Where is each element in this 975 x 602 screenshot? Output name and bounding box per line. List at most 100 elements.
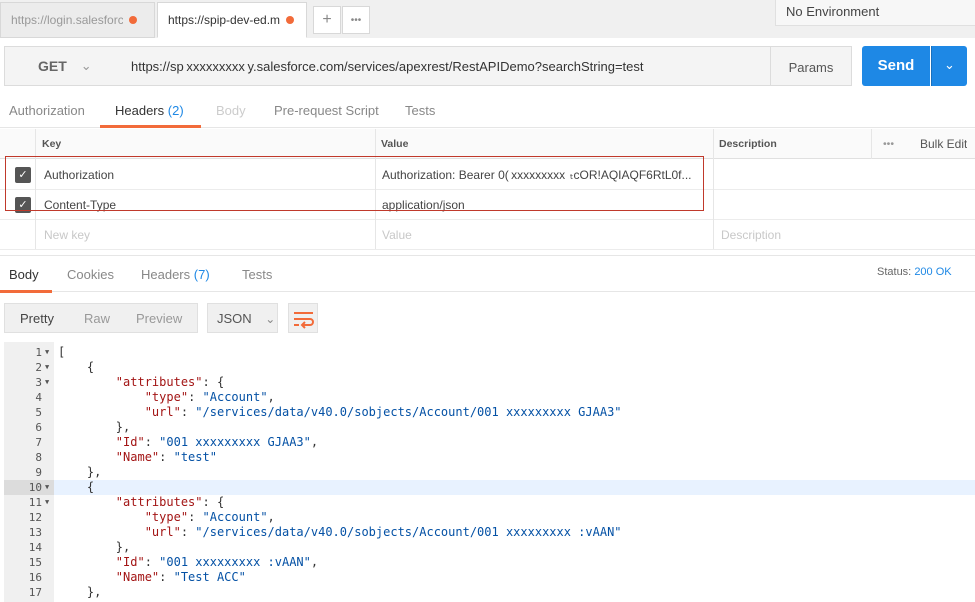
send-options-button[interactable]: ⌄: [931, 46, 967, 86]
line-number: 17: [28, 586, 42, 599]
code-text: "type": "Account",: [144, 510, 275, 524]
code-text: },: [58, 465, 102, 479]
request-tab-login[interactable]: https://login.salesforc: [0, 2, 155, 38]
response-tab-headers-label: Headers: [141, 267, 191, 282]
fold-toggle-icon[interactable]: ▼: [45, 480, 49, 495]
response-tab-body[interactable]: Body: [9, 267, 39, 282]
send-button[interactable]: Send: [862, 46, 930, 86]
request-tabs: Authorization Headers (2) Body Pre-reque…: [0, 96, 975, 128]
column-description: Description: [719, 138, 777, 150]
column-options-button[interactable]: •••: [883, 129, 894, 158]
code-line: 11 ▼ "attributes": {: [4, 495, 975, 510]
response-body-editor[interactable]: 1 ▼[2 ▼ {3 ▼ "attributes": {4 "type": "Acco…: [4, 342, 975, 602]
code-text: "attributes": {: [115, 495, 225, 509]
column-divider: [871, 129, 872, 159]
column-key: Key: [42, 138, 62, 150]
format-label: JSON: [217, 311, 252, 326]
line-number: 5: [35, 406, 42, 419]
code-line: 17 },: [4, 585, 975, 600]
wrap-lines-icon: [294, 312, 314, 329]
tab-label: https://login.salesforc: [11, 13, 123, 27]
active-tab-indicator: [0, 290, 52, 293]
response-status: Status: 200 OK: [877, 266, 952, 278]
code-line: 16 "Name": "Test ACC": [4, 570, 975, 585]
code-text: "type": "Account",: [144, 390, 275, 404]
wrap-lines-button[interactable]: [288, 303, 318, 333]
environment-select[interactable]: No Environment: [775, 0, 975, 26]
line-number: 9: [35, 466, 42, 479]
view-mode-group: Pretty Raw Preview: [4, 303, 198, 333]
code-text: "Id": "001 xxxxxxxxx :vAAN",: [115, 555, 319, 569]
code-line: 5 "url": "/services/data/v40.0/sobjects/…: [4, 405, 975, 420]
code-line: 12 "type": "Account",: [4, 510, 975, 525]
line-number: 8: [35, 451, 42, 464]
tab-headers[interactable]: Headers (2): [115, 103, 184, 118]
code-line: 4 "type": "Account",: [4, 390, 975, 405]
active-tab-indicator: [100, 125, 201, 128]
tab-headers-label: Headers: [115, 103, 165, 118]
unsaved-dot-icon: [286, 16, 294, 24]
code-text: "Name": "test": [115, 450, 217, 464]
line-number: 16: [28, 571, 42, 584]
tab-pre-request-script[interactable]: Pre-request Script: [274, 103, 379, 118]
method-label: GET: [38, 58, 67, 74]
fold-toggle-icon[interactable]: ▼: [45, 345, 49, 360]
code-text: "Id": "001 xxxxxxxxx GJAA3",: [115, 435, 319, 449]
tab-strip: https://login.salesforc https://spip-dev…: [0, 0, 975, 38]
view-preview-button[interactable]: Preview: [136, 311, 182, 326]
table-header-row: Key Value Description ••• Bulk Edit: [0, 129, 975, 159]
chevron-down-icon: ⌄: [265, 312, 276, 326]
table-row-new: New key Value Description: [0, 220, 975, 250]
view-raw-button[interactable]: Raw: [84, 311, 110, 326]
fold-toggle-icon[interactable]: ▼: [45, 360, 49, 375]
tab-body[interactable]: Body: [216, 103, 246, 118]
bulk-edit-button[interactable]: Bulk Edit: [920, 129, 967, 158]
line-number: 14: [28, 541, 42, 554]
params-button[interactable]: Params: [770, 46, 852, 86]
code-line: 14 },: [4, 540, 975, 555]
new-value-input[interactable]: Value: [382, 220, 412, 249]
code-text: "Name": "Test ACC": [115, 570, 246, 584]
code-text: },: [58, 585, 102, 599]
line-number: 15: [28, 556, 42, 569]
line-number: 7: [35, 436, 42, 449]
response-headers-count: (7): [193, 267, 210, 282]
chevron-down-icon: ⌄: [944, 57, 955, 72]
method-select[interactable]: GET ⌄: [4, 46, 122, 86]
fold-toggle-icon[interactable]: ▼: [45, 495, 49, 510]
code-text: {: [58, 360, 95, 374]
tab-tests[interactable]: Tests: [405, 103, 435, 118]
code-text: },: [58, 420, 131, 434]
tab-authorization[interactable]: Authorization: [9, 103, 85, 118]
line-number: 13: [28, 526, 42, 539]
code-line: 15 "Id": "001 xxxxxxxxx :vAAN",: [4, 555, 975, 570]
code-line: 9 },: [4, 465, 975, 480]
fold-toggle-icon[interactable]: ▼: [45, 375, 49, 390]
more-tabs-button[interactable]: •••: [342, 6, 370, 34]
code-text: [: [58, 345, 66, 359]
request-tab-spip[interactable]: https://spip-dev-ed.m: [157, 2, 307, 38]
headers-count: (2): [167, 103, 184, 118]
add-tab-button[interactable]: +: [313, 6, 341, 34]
code-text: "attributes": {: [115, 375, 225, 389]
new-key-input[interactable]: New key: [44, 220, 90, 249]
format-select[interactable]: JSON ⌄: [207, 303, 278, 333]
line-number: 12: [28, 511, 42, 524]
response-tab-cookies[interactable]: Cookies: [67, 267, 114, 282]
response-tabs: Body Cookies Headers (7) Tests: [0, 255, 975, 293]
response-tab-tests[interactable]: Tests: [242, 267, 272, 282]
response-tab-headers[interactable]: Headers (7): [141, 267, 210, 282]
view-pretty-button[interactable]: Pretty: [20, 311, 54, 326]
new-description-input[interactable]: Description: [721, 220, 781, 249]
code-line: 3 ▼ "attributes": {: [4, 375, 975, 390]
unsaved-dot-icon: [129, 16, 137, 24]
code-text: },: [58, 540, 131, 554]
line-number: 4: [35, 391, 42, 404]
url-input[interactable]: https://sp xxxxxxxxx y.salesforce.com/se…: [121, 46, 771, 86]
code-line: 8 "Name": "test": [4, 450, 975, 465]
code-line: 1 ▼[: [4, 345, 975, 360]
code-text: "url": "/services/data/v40.0/sobjects/Ac…: [144, 525, 622, 539]
column-divider: [713, 129, 714, 249]
code-line: 13 "url": "/services/data/v40.0/sobjects…: [4, 525, 975, 540]
code-line: 7 "Id": "001 xxxxxxxxx GJAA3",: [4, 435, 975, 450]
